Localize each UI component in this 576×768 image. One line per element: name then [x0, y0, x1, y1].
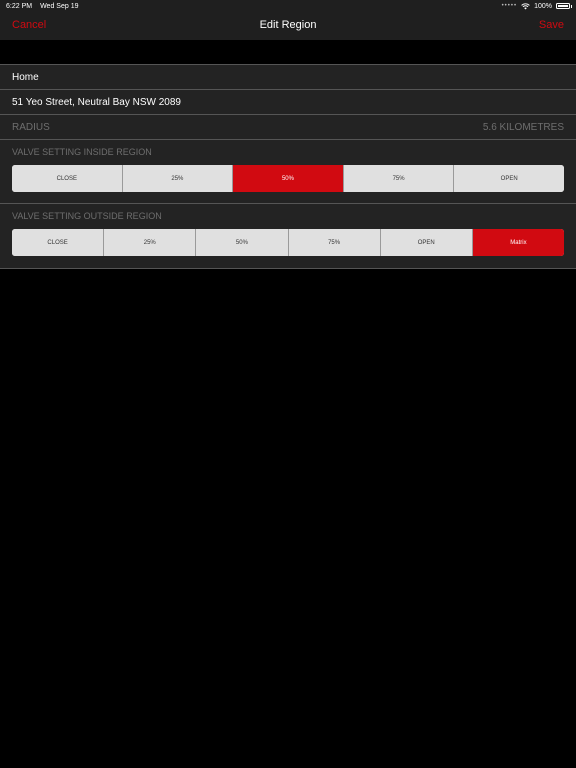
- status-right: ••••• 100%: [501, 2, 572, 10]
- inside-valve-option[interactable]: 25%: [122, 165, 234, 192]
- signal-icon: •••••: [501, 3, 518, 9]
- outside-valve-option[interactable]: 50%: [196, 229, 289, 256]
- inside-valve-option[interactable]: 50%: [233, 165, 344, 192]
- battery-icon: [556, 3, 572, 9]
- status-bar: 6:22 PM Wed Sep 19 ••••• 100%: [0, 0, 576, 12]
- status-left: 6:22 PM Wed Sep 19: [6, 3, 78, 10]
- radius-value: 5.6 KILOMETRES: [482, 121, 564, 133]
- region-name-field[interactable]: Home: [0, 64, 576, 89]
- battery-percent: 100%: [534, 2, 552, 10]
- status-time: 6:22 PM: [6, 2, 33, 10]
- outside-valve-segmented-control: CLOSE 25% 50% 75% OPEN Matrix: [12, 229, 564, 256]
- outside-valve-option[interactable]: Matrix: [472, 229, 564, 256]
- wifi-icon: [521, 2, 530, 9]
- divider: [0, 268, 576, 269]
- region-address-field[interactable]: 51 Yeo Street, Neutral Bay NSW 2089: [0, 89, 576, 114]
- inside-valve-option[interactable]: OPEN: [454, 165, 564, 192]
- region-address-value: 51 Yeo Street, Neutral Bay NSW 2089: [12, 96, 181, 108]
- inside-region-label: VALVE SETTING INSIDE REGION: [12, 147, 152, 157]
- outside-valve-option[interactable]: 25%: [104, 229, 197, 256]
- divider: [0, 203, 576, 204]
- outside-valve-option[interactable]: CLOSE: [12, 229, 105, 256]
- radius-row[interactable]: RADIUS 5.6 KILOMETRES: [0, 114, 576, 139]
- region-name-value: Home: [12, 71, 39, 83]
- outside-valve-option[interactable]: OPEN: [380, 229, 473, 256]
- nav-bar: Cancel Edit Region Save: [0, 12, 576, 40]
- save-button[interactable]: Save: [539, 19, 564, 31]
- outside-valve-option[interactable]: 75%: [288, 229, 381, 256]
- screen: 6:22 PM Wed Sep 19 ••••• 100% Cancel Edi…: [0, 0, 576, 768]
- radius-label: RADIUS: [12, 121, 50, 133]
- outside-region-label: VALVE SETTING OUTSIDE REGION: [12, 211, 162, 221]
- inside-valve-option[interactable]: 75%: [343, 165, 455, 192]
- battery-fill: [558, 5, 568, 7]
- edit-region-form: Home 51 Yeo Street, Neutral Bay NSW 2089…: [0, 64, 576, 269]
- inside-valve-segmented-control: CLOSE 25% 50% 75% OPEN: [12, 165, 564, 192]
- inside-valve-option[interactable]: CLOSE: [12, 165, 123, 192]
- page-title: Edit Region: [259, 19, 317, 31]
- status-date: Wed Sep 19: [40, 2, 79, 10]
- divider: [0, 139, 576, 140]
